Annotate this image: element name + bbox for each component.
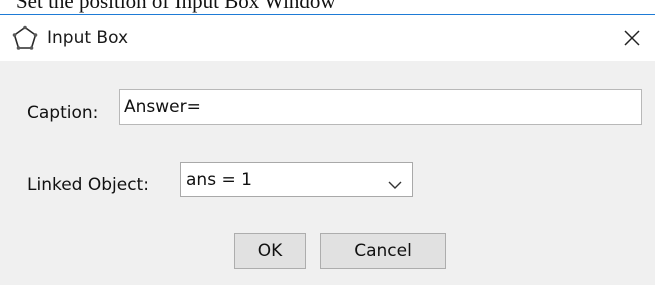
close-button[interactable] (615, 21, 649, 55)
caption-input[interactable] (119, 89, 642, 125)
title-bar[interactable]: Input Box (0, 15, 655, 61)
dialog-title: Input Box (47, 28, 129, 48)
linked-object-selected-value: ans = 1 (186, 170, 252, 190)
dialog-body: Caption: Linked Object: ans = 1 OK Cance… (0, 61, 655, 286)
input-box-dialog: Input Box Caption: Linked Object: ans = … (0, 14, 655, 285)
caption-label: Caption: (27, 103, 99, 123)
background-document-strip: Set the position of Input Box Window (0, 0, 655, 14)
ok-button[interactable]: OK (234, 233, 306, 269)
close-icon (624, 30, 640, 46)
background-document-text: Set the position of Input Box Window (16, 0, 336, 13)
linked-object-label: Linked Object: (27, 175, 149, 195)
pentagon-outline-icon (12, 25, 38, 51)
linked-object-dropdown[interactable]: ans = 1 (180, 162, 413, 197)
chevron-down-icon (388, 175, 402, 189)
cancel-button[interactable]: Cancel (320, 233, 446, 269)
